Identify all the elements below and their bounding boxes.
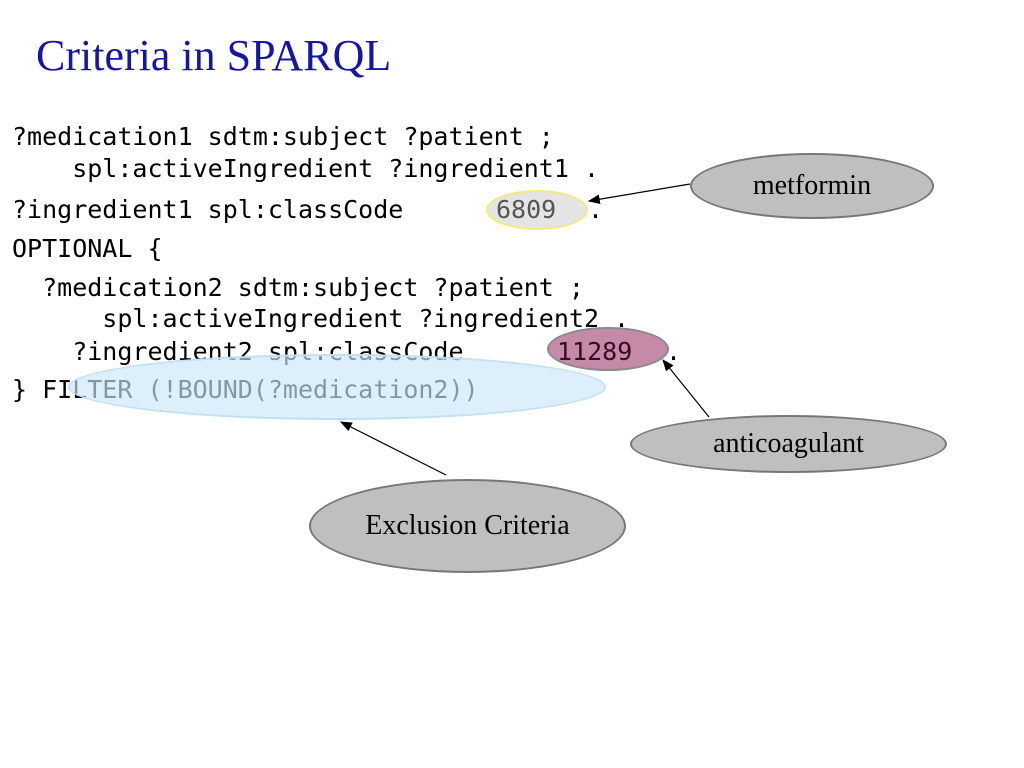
metformin-callout: metformin <box>690 153 934 219</box>
metformin-label: metformin <box>752 170 872 201</box>
exclusion-arrow <box>339 421 447 476</box>
exclusion-criteria-callout: Exclusion Criteria <box>309 479 626 573</box>
callout-arrows <box>339 183 710 476</box>
anticoagulant-callout: anticoagulant <box>630 415 947 473</box>
exclusion-criteria-label: Exclusion Criteria <box>365 510 570 541</box>
anticoagulant-label: anticoagulant <box>713 428 864 459</box>
anticoagulant-arrow <box>662 359 710 418</box>
metformin-arrow <box>587 183 691 204</box>
